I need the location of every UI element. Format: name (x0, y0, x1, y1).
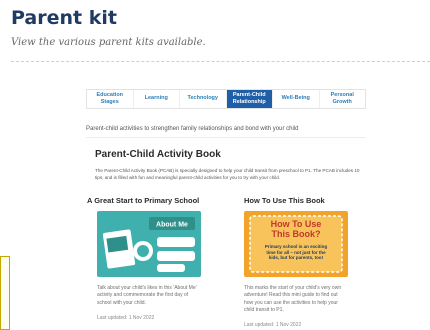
kit-card-how-to-use: How To Use This Book How To Use This Boo… (244, 196, 364, 328)
kit-card-great-start: A Great Start to Primary School About Me… (87, 196, 210, 321)
tab-learning[interactable]: Learning (134, 90, 180, 108)
card-title[interactable]: A Great Start to Primary School (87, 196, 210, 205)
tab-well-being[interactable]: Well-Being (273, 90, 320, 108)
card-updated-date: Last updated: 1 Nov 2022 (97, 314, 155, 321)
about-me-illustration: About Me (102, 217, 195, 272)
page-subtitle: View the various parent kits available. (11, 37, 206, 48)
category-intro: Parent-child activities to strengthen fa… (86, 126, 299, 132)
section-description: The Parent-Child Activity Book (PCAB) is… (95, 168, 360, 180)
how-to-use-body: Primary school is an exciting time for a… (264, 243, 328, 261)
card-description: Talk about your child's likes in this 'A… (97, 285, 197, 306)
about-me-thumbnail[interactable]: About Me (97, 211, 201, 277)
category-tabs: Education Stages Learning Technology Par… (86, 89, 366, 109)
tab-education-stages[interactable]: Education Stages (87, 90, 134, 108)
about-me-heading: About Me (156, 222, 188, 229)
card-updated-date: Last updated: 1 Nov 2022 (244, 322, 302, 328)
tab-parent-child-relationship[interactable]: Parent-Child Relationship (226, 90, 273, 108)
how-to-use-thumbnail[interactable]: How To Use This Book? Primary school is … (244, 211, 348, 277)
how-to-use-illustration: How To Use This Book? Primary school is … (249, 215, 343, 273)
tab-technology[interactable]: Technology (180, 90, 227, 108)
section-title: Parent-Child Activity Book (95, 149, 221, 160)
card-title[interactable]: How To Use This Book (244, 196, 364, 205)
header-divider (11, 61, 430, 62)
intro-divider (86, 137, 366, 138)
card-description: This marks the start of your child's ver… (244, 285, 342, 313)
side-tab[interactable] (0, 256, 10, 330)
how-to-use-heading: How To Use This Book? (270, 219, 322, 240)
page-title: Parent kit (11, 7, 117, 29)
tab-personal-growth[interactable]: Personal Growth (320, 90, 366, 108)
